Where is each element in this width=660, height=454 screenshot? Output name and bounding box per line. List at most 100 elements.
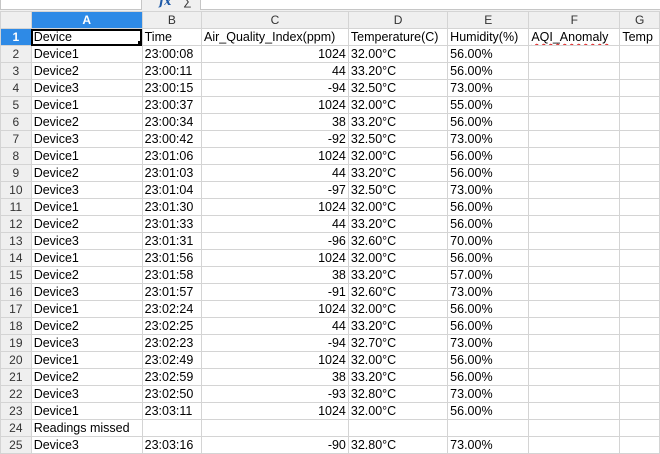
cell-f[interactable]	[528, 147, 621, 165]
cell-b[interactable]: 23:03:16	[141, 436, 203, 454]
cell-d[interactable]: Temperature(C)	[347, 28, 449, 46]
cell-c[interactable]: 1024	[201, 249, 349, 267]
row-header[interactable]: 19	[0, 334, 32, 352]
cell-a[interactable]: Device3	[30, 385, 143, 403]
cell-e[interactable]: 57.00%	[447, 266, 530, 284]
cell-d[interactable]: 32.00°C	[347, 351, 449, 369]
cell-b[interactable]: 23:01:33	[141, 215, 203, 233]
cell-g[interactable]	[619, 79, 660, 97]
cell-a[interactable]: Device3	[30, 79, 143, 97]
cell-f[interactable]	[528, 215, 621, 233]
cell-a[interactable]: Device3	[30, 436, 143, 454]
cell-b[interactable]: 23:01:03	[141, 164, 203, 182]
cell-a[interactable]: Device1	[30, 147, 143, 165]
cell-f[interactable]	[528, 334, 621, 352]
cell-e[interactable]: 56.00%	[447, 351, 530, 369]
cell-g[interactable]	[619, 419, 660, 437]
row-header[interactable]: 5	[0, 96, 32, 114]
cell-b[interactable]: 23:02:59	[141, 368, 203, 386]
cell-a[interactable]: Device2	[30, 266, 143, 284]
select-all-corner[interactable]	[0, 11, 32, 29]
cell-g[interactable]	[619, 215, 660, 233]
cell-f[interactable]	[528, 62, 621, 80]
cell-f[interactable]	[528, 283, 621, 301]
cell-d[interactable]: 32.50°C	[347, 181, 449, 199]
cell-d[interactable]: 32.60°C	[347, 283, 449, 301]
cell-a[interactable]: Device2	[30, 164, 143, 182]
cell-c[interactable]: 1024	[201, 402, 349, 420]
cell-e[interactable]: 56.00%	[447, 147, 530, 165]
cell-e[interactable]: 56.00%	[447, 368, 530, 386]
cell-e[interactable]: 56.00%	[447, 215, 530, 233]
column-header-c[interactable]: C	[201, 11, 349, 29]
row-header[interactable]: 17	[0, 300, 32, 318]
cell-b[interactable]: 23:01:57	[141, 283, 203, 301]
cell-c[interactable]: 38	[201, 266, 349, 284]
cell-d[interactable]: 32.80°C	[347, 385, 449, 403]
cell-a[interactable]: Device3	[30, 283, 143, 301]
cell-c[interactable]: -91	[201, 283, 349, 301]
cell-b[interactable]: 23:01:58	[141, 266, 203, 284]
cell-e[interactable]: 56.00%	[447, 402, 530, 420]
cell-a[interactable]: Device1	[30, 402, 143, 420]
cell-d[interactable]: 33.20°C	[347, 215, 449, 233]
cell-b[interactable]: Time	[141, 28, 203, 46]
cell-f[interactable]	[528, 419, 621, 437]
cell-g[interactable]	[619, 45, 660, 63]
cell-b[interactable]: 23:00:15	[141, 79, 203, 97]
cell-a[interactable]: Device3	[30, 232, 143, 250]
cell-c[interactable]: Air_Quality_Index(ppm)	[201, 28, 349, 46]
cell-f[interactable]	[528, 79, 621, 97]
cell-a[interactable]: Device2	[30, 368, 143, 386]
cell-c[interactable]: 44	[201, 215, 349, 233]
row-header[interactable]: 24	[0, 419, 32, 437]
cell-c[interactable]	[201, 419, 349, 437]
cell-d[interactable]: 33.20°C	[347, 113, 449, 131]
cell-g[interactable]	[619, 351, 660, 369]
cell-c[interactable]: 44	[201, 317, 349, 335]
cell-f[interactable]	[528, 300, 621, 318]
cell-a[interactable]: Device1	[30, 351, 143, 369]
row-header[interactable]: 14	[0, 249, 32, 267]
row-header[interactable]: 21	[0, 368, 32, 386]
cell-e[interactable]: 56.00%	[447, 317, 530, 335]
cell-a[interactable]: Device1	[30, 249, 143, 267]
cell-b[interactable]: 23:01:31	[141, 232, 203, 250]
cell-c[interactable]: 38	[201, 113, 349, 131]
cell-c[interactable]: 44	[201, 62, 349, 80]
cell-c[interactable]: -93	[201, 385, 349, 403]
cell-c[interactable]: -90	[201, 436, 349, 454]
cell-e[interactable]: Humidity(%)	[447, 28, 530, 46]
cell-e[interactable]: 73.00%	[447, 334, 530, 352]
cell-e[interactable]: 56.00%	[447, 164, 530, 182]
cell-e[interactable]: 70.00%	[447, 232, 530, 250]
cell-b[interactable]: 23:02:49	[141, 351, 203, 369]
row-header[interactable]: 16	[0, 283, 32, 301]
cell-c[interactable]: 38	[201, 368, 349, 386]
row-header[interactable]: 3	[0, 62, 32, 80]
cell-g[interactable]	[619, 385, 660, 403]
cell-g[interactable]	[619, 113, 660, 131]
cell-g[interactable]	[619, 368, 660, 386]
cell-c[interactable]: 1024	[201, 300, 349, 318]
cell-g[interactable]	[619, 164, 660, 182]
cell-f[interactable]	[528, 317, 621, 335]
column-header-e[interactable]: E	[447, 11, 530, 29]
cell-a[interactable]: Device2	[30, 113, 143, 131]
cell-e[interactable]: 56.00%	[447, 62, 530, 80]
row-header[interactable]: 8	[0, 147, 32, 165]
cell-b[interactable]: 23:02:50	[141, 385, 203, 403]
cell-e[interactable]: 73.00%	[447, 79, 530, 97]
function-wizard-icon[interactable]: fx	[159, 0, 179, 10]
row-header[interactable]: 15	[0, 266, 32, 284]
cell-d[interactable]: 32.00°C	[347, 45, 449, 63]
column-header-g[interactable]: G	[619, 11, 660, 29]
cell-a[interactable]: Device1	[30, 96, 143, 114]
cell-c[interactable]: -94	[201, 334, 349, 352]
row-header[interactable]: 25	[0, 436, 32, 454]
cell-g[interactable]	[619, 130, 660, 148]
cell-a[interactable]: Device1	[30, 45, 143, 63]
cell-a[interactable]: Device3	[30, 334, 143, 352]
cell-c[interactable]: 1024	[201, 198, 349, 216]
cell-f[interactable]	[528, 96, 621, 114]
